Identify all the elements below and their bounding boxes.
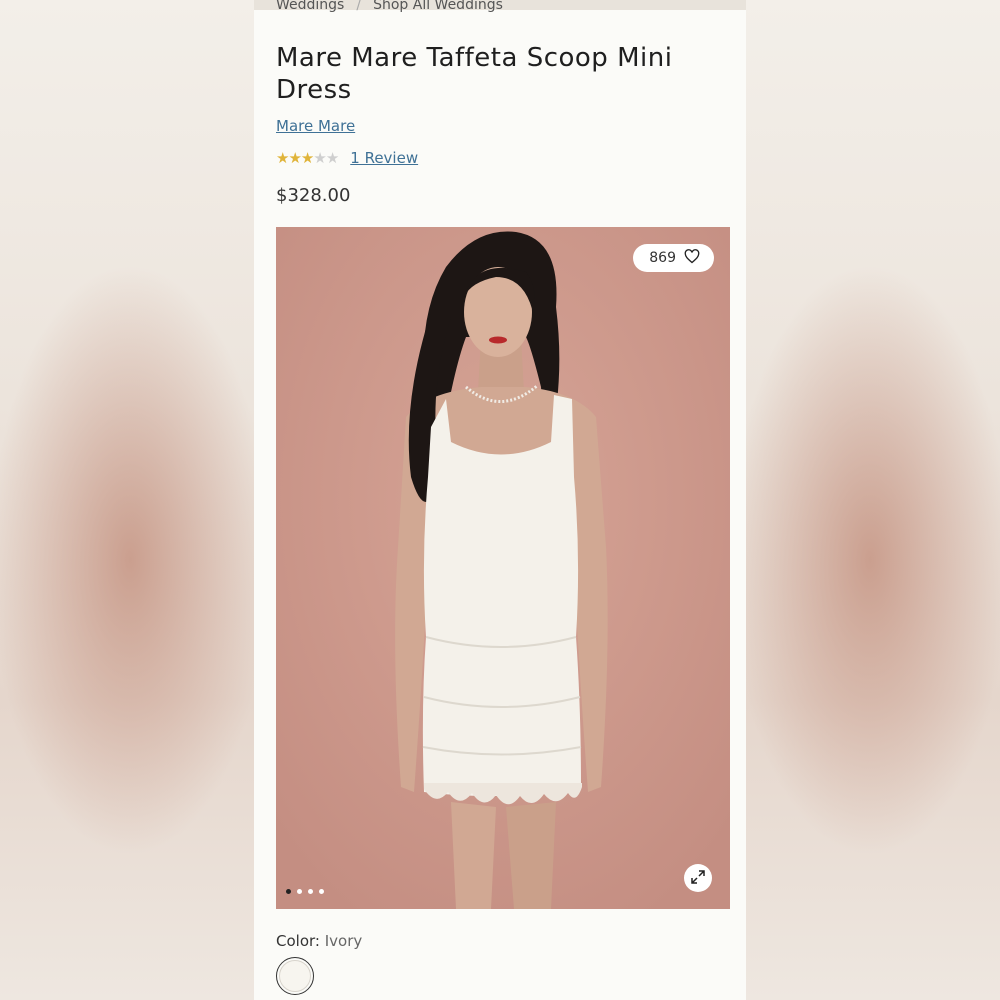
heart-icon — [684, 248, 700, 268]
star-icon: ★ — [325, 149, 339, 167]
breadcrumb-separator: / — [356, 0, 362, 13]
star-icon: ★ — [300, 149, 314, 167]
carousel-dot[interactable] — [286, 889, 291, 894]
carousel-dot[interactable] — [297, 889, 302, 894]
expand-icon — [691, 869, 705, 888]
product-image[interactable]: 869 — [276, 227, 730, 909]
product-page: Weddings / Shop All Weddings Mare Mare T… — [254, 0, 746, 1000]
product-title: Mare Mare Taffeta Scoop Mini Dress — [276, 43, 673, 105]
star-rating: ★ ★ ★ ★ ★ — [276, 149, 339, 167]
product-rating: ★ ★ ★ ★ ★ 1 Review — [276, 149, 418, 167]
model-photo-illustration — [276, 227, 730, 909]
expand-button[interactable] — [684, 864, 712, 892]
carousel-dot[interactable] — [308, 889, 313, 894]
color-option-label: Color: Ivory — [276, 932, 362, 950]
breadcrumb-item-shop-all[interactable]: Shop All Weddings — [373, 0, 503, 13]
star-icon: ★ — [288, 149, 301, 167]
star-icon: ★ — [276, 149, 289, 167]
breadcrumb: Weddings / Shop All Weddings — [276, 0, 503, 13]
brand-link[interactable]: Mare Mare — [276, 117, 355, 135]
like-button[interactable]: 869 — [633, 244, 714, 272]
like-count: 869 — [649, 250, 676, 266]
star-icon: ★ — [313, 149, 326, 167]
color-value: Ivory — [324, 932, 363, 950]
product-price: $328.00 — [276, 185, 351, 206]
color-label: Color: — [276, 932, 320, 950]
swatch-fill — [279, 960, 311, 992]
carousel-dots — [286, 889, 324, 894]
color-swatch-ivory[interactable] — [276, 957, 314, 995]
carousel-dot[interactable] — [319, 889, 324, 894]
reviews-link[interactable]: 1 Review — [350, 149, 418, 167]
breadcrumb-item-weddings[interactable]: Weddings — [276, 0, 344, 13]
